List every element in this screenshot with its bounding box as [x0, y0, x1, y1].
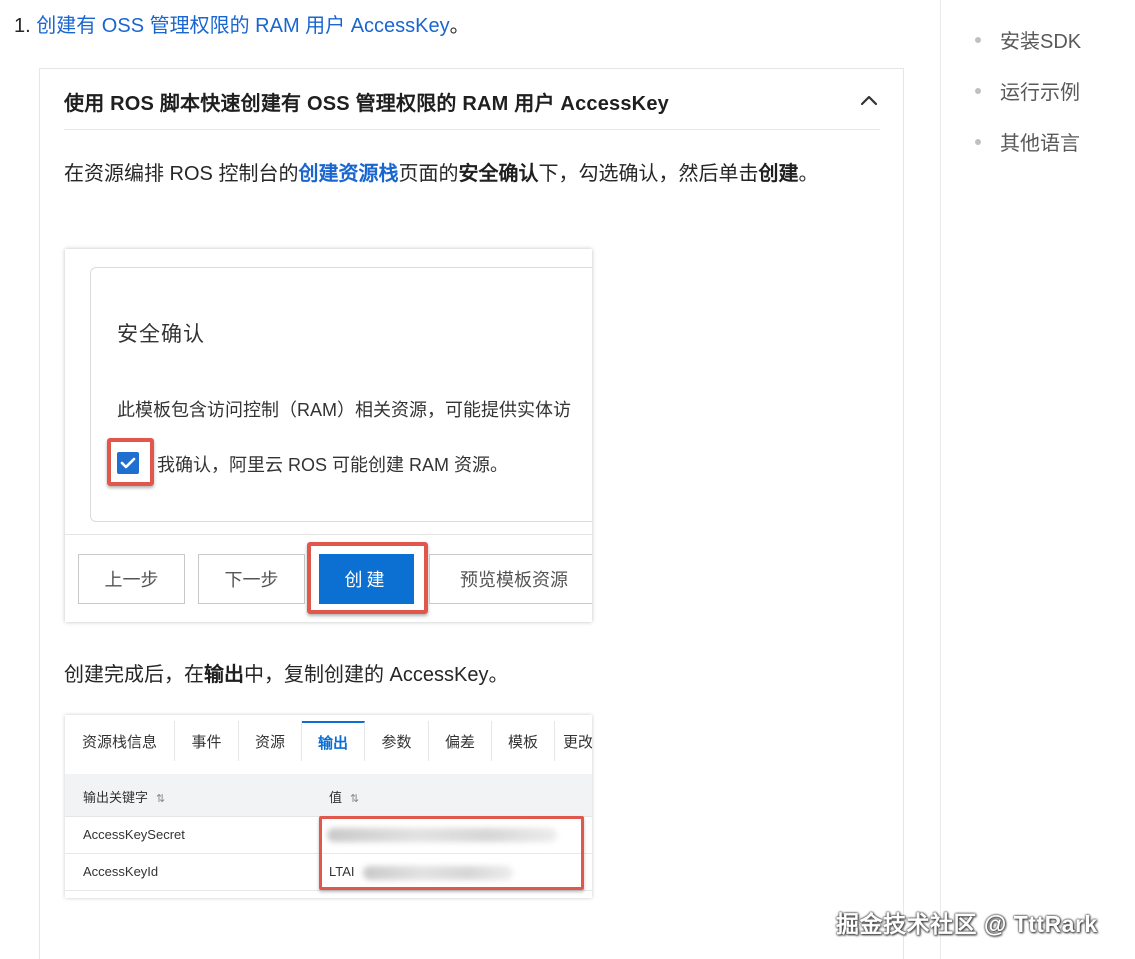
- tab-template[interactable]: 模板: [492, 721, 555, 761]
- checkbox-highlight: [107, 438, 154, 486]
- value-highlight: [319, 816, 584, 890]
- toc-item-label: 其他语言: [1000, 133, 1080, 155]
- tab-resources[interactable]: 资源: [239, 721, 302, 761]
- collapse-panel: 使用 ROS 脚本快速创建有 OSS 管理权限的 RAM 用户 AccessKe…: [39, 68, 904, 959]
- bullet-icon: [975, 138, 981, 145]
- step-item: 1. 创建有 OSS 管理权限的 RAM 用户 AccessKey。: [14, 12, 470, 40]
- output-key-cell: AccessKeySecret: [83, 827, 185, 842]
- step-link[interactable]: 创建有 OSS 管理权限的 RAM 用户 AccessKey: [36, 15, 449, 37]
- toc-item-label: 安装SDK: [1000, 31, 1082, 53]
- next-step-button[interactable]: 下一步: [198, 554, 305, 604]
- instruction-text: 在资源编排 ROS 控制台的创建资源栈页面的安全确认下，勾选确认，然后单击创建。: [64, 163, 819, 185]
- prev-step-button[interactable]: 上一步: [78, 554, 185, 604]
- header-value[interactable]: 值 ⇅: [329, 787, 359, 806]
- panel-title: 使用 ROS 脚本快速创建有 OSS 管理权限的 RAM 用户 AccessKe…: [64, 93, 669, 115]
- toc-item-install-sdk[interactable]: 安装SDK: [975, 14, 1081, 65]
- security-confirm-bold: 安全确认: [458, 163, 539, 185]
- preview-template-button[interactable]: 预览模板资源: [429, 554, 592, 604]
- screenshot-output-table: 资源栈信息 事件 资源 输出 参数 偏差 模板 更改 输出关键字 ⇅ 值 ⇅ Acc…: [65, 715, 592, 898]
- bullet-icon: [975, 36, 981, 43]
- toc-item-label: 运行示例: [1000, 82, 1080, 104]
- tab-more[interactable]: 更改: [555, 721, 592, 761]
- screenshot-security-confirm: 安全确认 此模板包含访问控制（RAM）相关资源，可能提供实体访 我确认，阿里云 …: [65, 249, 592, 622]
- dialog-title: 安全确认: [117, 323, 205, 346]
- tab-events[interactable]: 事件: [175, 721, 239, 761]
- bullet-icon: [975, 87, 981, 94]
- copy-instruction-text: 创建完成后，在输出中，复制创建的 AccessKey。: [64, 664, 509, 686]
- tab-drift[interactable]: 偏差: [429, 721, 492, 761]
- create-button-highlight: [307, 542, 428, 614]
- create-bold: 创建: [758, 163, 799, 185]
- checkbox-label: 我确认，阿里云 ROS 可能创建 RAM 资源。: [157, 455, 509, 475]
- sort-icon[interactable]: ⇅: [156, 793, 165, 805]
- tab-stack-info[interactable]: 资源栈信息: [65, 721, 175, 761]
- output-bold: 输出: [204, 664, 244, 686]
- tab-parameters[interactable]: 参数: [365, 721, 429, 761]
- header-output-key[interactable]: 输出关键字 ⇅: [83, 787, 165, 806]
- sort-icon[interactable]: ⇅: [350, 793, 359, 805]
- toc-list: 安装SDK 运行示例 其他语言: [975, 14, 1081, 167]
- chevron-up-icon[interactable]: [858, 89, 880, 111]
- tab-outputs[interactable]: 输出: [302, 721, 365, 761]
- create-stack-link[interactable]: 创建资源栈: [298, 163, 398, 185]
- toc-item-run-example[interactable]: 运行示例: [975, 65, 1081, 116]
- dialog-text: 此模板包含访问控制（RAM）相关资源，可能提供实体访: [117, 400, 571, 420]
- output-key-cell: AccessKeyId: [83, 864, 159, 879]
- watermark: 掘金技术社区 @ TttRark: [836, 911, 1098, 937]
- toc-divider: [940, 0, 941, 959]
- toc-item-other-languages[interactable]: 其他语言: [975, 116, 1081, 167]
- security-dialog: 安全确认 此模板包含访问控制（RAM）相关资源，可能提供实体访 我确认，阿里云 …: [90, 267, 592, 522]
- table-header: 输出关键字 ⇅ 值 ⇅: [65, 774, 592, 817]
- step-suffix: 。: [449, 15, 470, 37]
- step-number: 1.: [14, 15, 31, 37]
- stack-tabs: 资源栈信息 事件 资源 输出 参数 偏差 模板 更改: [65, 721, 592, 761]
- button-divider: [65, 534, 592, 535]
- panel-header[interactable]: 使用 ROS 脚本快速创建有 OSS 管理权限的 RAM 用户 AccessKe…: [64, 83, 880, 130]
